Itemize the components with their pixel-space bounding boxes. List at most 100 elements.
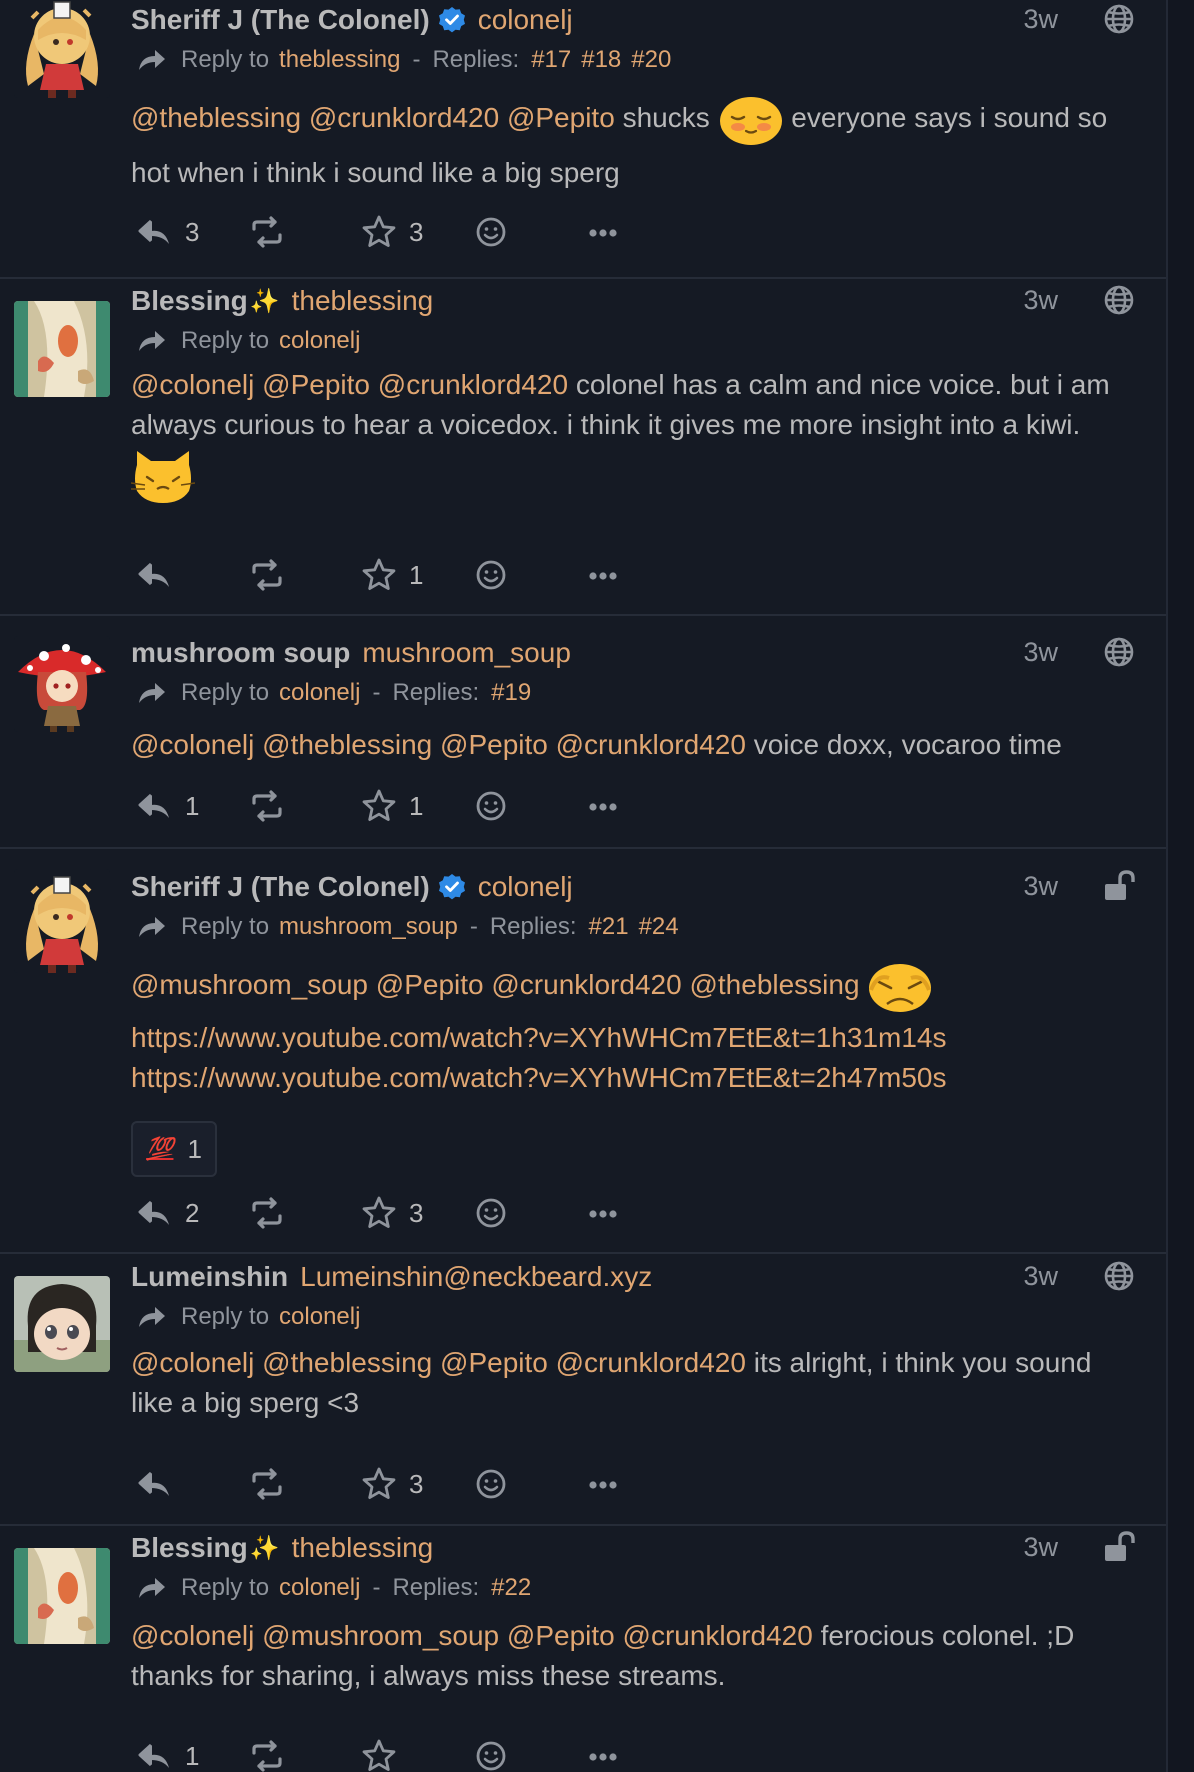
more-button[interactable] bbox=[585, 553, 621, 597]
favorite-button[interactable]: 1 bbox=[361, 784, 423, 828]
reply-number-link[interactable]: #19 bbox=[491, 679, 531, 707]
timestamp[interactable]: 3w bbox=[1023, 637, 1058, 668]
mention-link[interactable]: @Pepito bbox=[440, 729, 548, 760]
display-name[interactable]: Lumeinshin bbox=[131, 1261, 288, 1293]
repeat-button[interactable] bbox=[249, 1462, 285, 1506]
emoji-reaction-button[interactable]: 💯 1 bbox=[131, 1121, 217, 1177]
reply-button[interactable]: 1 bbox=[137, 784, 199, 828]
avatar[interactable] bbox=[14, 869, 110, 973]
mention-link[interactable]: @colonelj bbox=[131, 369, 254, 400]
react-button[interactable] bbox=[473, 210, 509, 254]
user-handle[interactable]: colonelj bbox=[478, 871, 573, 903]
react-button[interactable] bbox=[473, 1462, 509, 1506]
favorite-button[interactable]: 3 bbox=[361, 1462, 423, 1506]
reply-button[interactable] bbox=[137, 1462, 185, 1506]
repeat-button[interactable] bbox=[249, 210, 285, 254]
mention-link[interactable]: @theblessing bbox=[131, 102, 301, 133]
reply-number-link[interactable]: #20 bbox=[631, 46, 671, 74]
unlock-icon[interactable] bbox=[1102, 869, 1136, 903]
mention-link[interactable]: @colonelj bbox=[131, 1620, 254, 1651]
display-name[interactable]: Blessing bbox=[131, 1532, 248, 1564]
reply-to-link[interactable]: colonelj bbox=[279, 1574, 360, 1602]
favorite-button[interactable]: 3 bbox=[361, 210, 423, 254]
mention-link[interactable]: @mushroom_soup bbox=[131, 969, 368, 1000]
avatar[interactable] bbox=[14, 1276, 110, 1372]
mention-link[interactable]: @theblessing bbox=[689, 969, 859, 1000]
mention-link[interactable]: @mushroom_soup bbox=[262, 1620, 499, 1651]
more-button[interactable] bbox=[585, 1462, 621, 1506]
react-button[interactable] bbox=[473, 784, 509, 828]
display-name[interactable]: Sheriff J (The Colonel) bbox=[131, 871, 430, 903]
reply-button[interactable] bbox=[137, 553, 185, 597]
mention-link[interactable]: @crunklord420 bbox=[623, 1620, 813, 1651]
mention-link[interactable]: @theblessing bbox=[262, 1347, 432, 1378]
react-button[interactable] bbox=[473, 553, 509, 597]
mention-link[interactable]: @crunklord420 bbox=[556, 729, 746, 760]
avatar[interactable] bbox=[14, 301, 110, 397]
react-button[interactable] bbox=[473, 1191, 509, 1235]
timestamp[interactable]: 3w bbox=[1023, 1261, 1058, 1292]
reply-to-link[interactable]: colonelj bbox=[279, 327, 360, 355]
user-handle[interactable]: Lumeinshin@neckbeard.xyz bbox=[300, 1261, 652, 1293]
favorite-button[interactable] bbox=[361, 1734, 409, 1772]
reply-to-link[interactable]: colonelj bbox=[279, 679, 360, 707]
mention-link[interactable]: @colonelj bbox=[131, 729, 254, 760]
mention-link[interactable]: @crunklord420 bbox=[556, 1347, 746, 1378]
display-name[interactable]: Blessing bbox=[131, 285, 248, 317]
display-name[interactable]: Sheriff J (The Colonel) bbox=[131, 4, 430, 36]
reply-button[interactable]: 1 bbox=[137, 1734, 199, 1772]
reply-icon bbox=[138, 1471, 171, 1498]
reply-button[interactable]: 2 bbox=[137, 1191, 199, 1235]
repeat-button[interactable] bbox=[249, 1734, 285, 1772]
url-link[interactable]: https://www.youtube.com/watch?v=XYhWHCm7… bbox=[131, 1058, 1136, 1098]
mention-link[interactable]: @Pepito bbox=[507, 1620, 615, 1651]
repeat-button[interactable] bbox=[249, 784, 285, 828]
reply-number-link[interactable]: #18 bbox=[581, 46, 621, 74]
reply-to-link[interactable]: theblessing bbox=[279, 46, 400, 74]
reply-number-link[interactable]: #22 bbox=[491, 1574, 531, 1602]
timestamp[interactable]: 3w bbox=[1023, 285, 1058, 316]
reply-button[interactable]: 3 bbox=[137, 210, 199, 254]
more-button[interactable] bbox=[585, 210, 621, 254]
reply-to-link[interactable]: mushroom_soup bbox=[279, 913, 458, 941]
favorite-button[interactable]: 1 bbox=[361, 553, 423, 597]
reply-to-link[interactable]: colonelj bbox=[279, 1303, 360, 1331]
avatar[interactable] bbox=[14, 636, 110, 732]
globe-icon[interactable] bbox=[1102, 283, 1136, 317]
user-handle[interactable]: colonelj bbox=[478, 4, 573, 36]
react-button[interactable] bbox=[473, 1734, 509, 1772]
user-handle[interactable]: mushroom_soup bbox=[362, 637, 571, 669]
repeat-button[interactable] bbox=[249, 1191, 285, 1235]
user-handle[interactable]: theblessing bbox=[292, 285, 434, 317]
avatar[interactable] bbox=[14, 0, 110, 98]
favorite-count: 1 bbox=[409, 559, 424, 590]
more-button[interactable] bbox=[585, 1191, 621, 1235]
more-button[interactable] bbox=[585, 784, 621, 828]
favorite-button[interactable]: 3 bbox=[361, 1191, 423, 1235]
more-button[interactable] bbox=[585, 1734, 621, 1772]
reply-number-link[interactable]: #24 bbox=[639, 913, 679, 941]
mention-link[interactable]: @theblessing bbox=[262, 729, 432, 760]
globe-icon[interactable] bbox=[1102, 635, 1136, 669]
mention-link[interactable]: @colonelj bbox=[131, 1347, 254, 1378]
mention-link[interactable]: @crunklord420 bbox=[309, 102, 499, 133]
timestamp[interactable]: 3w bbox=[1023, 4, 1058, 35]
reply-number-link[interactable]: #21 bbox=[589, 913, 629, 941]
mention-link[interactable]: @Pepito bbox=[376, 969, 484, 1000]
avatar[interactable] bbox=[14, 1548, 110, 1644]
display-name[interactable]: mushroom soup bbox=[131, 637, 350, 669]
user-handle[interactable]: theblessing bbox=[292, 1532, 434, 1564]
mention-link[interactable]: @Pepito bbox=[262, 369, 370, 400]
mention-link[interactable]: @Pepito bbox=[507, 102, 615, 133]
mention-link[interactable]: @crunklord420 bbox=[378, 369, 568, 400]
timestamp[interactable]: 3w bbox=[1023, 871, 1058, 902]
mention-link[interactable]: @Pepito bbox=[440, 1347, 548, 1378]
repeat-button[interactable] bbox=[249, 553, 285, 597]
url-link[interactable]: https://www.youtube.com/watch?v=XYhWHCm7… bbox=[131, 1018, 1136, 1058]
globe-icon[interactable] bbox=[1102, 2, 1136, 36]
globe-icon[interactable] bbox=[1102, 1259, 1136, 1293]
reply-number-link[interactable]: #17 bbox=[531, 46, 571, 74]
unlock-icon[interactable] bbox=[1102, 1530, 1136, 1564]
timestamp[interactable]: 3w bbox=[1023, 1532, 1058, 1563]
mention-link[interactable]: @crunklord420 bbox=[491, 969, 681, 1000]
